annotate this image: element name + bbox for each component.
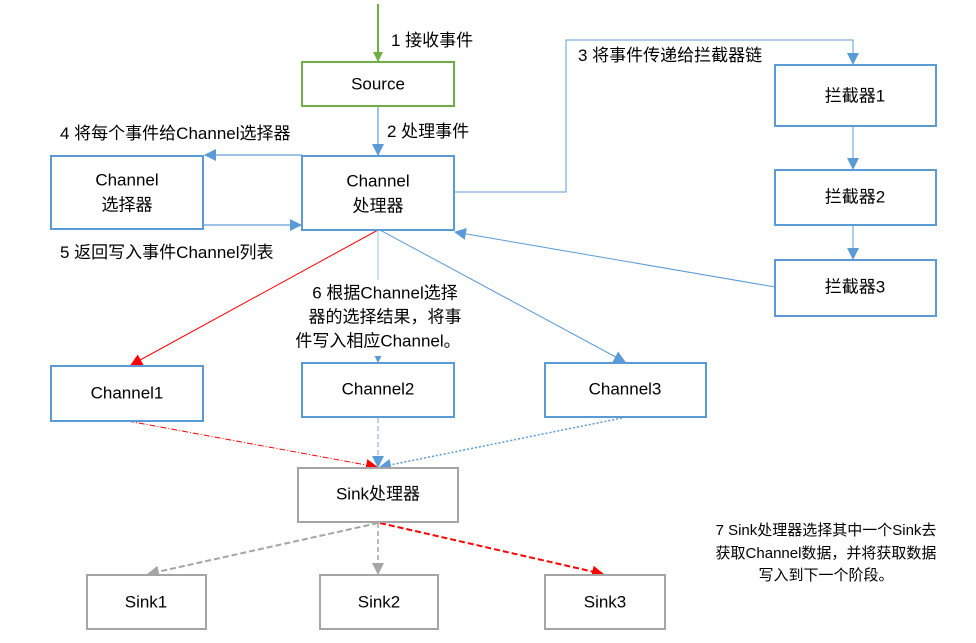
flume-diagram: Source Channel 选择器 Channel 处理器 拦截器1 拦截器2…: [50, 4, 937, 630]
channel3-label: Channel3: [589, 379, 662, 398]
channel-processor-label-1: Channel: [346, 171, 409, 190]
step6-line-1: 6 根据Channel选择: [312, 283, 458, 302]
edge-interceptor3-to-processor: [454, 227, 776, 288]
interceptor3-node: 拦截器3: [774, 259, 937, 317]
sink2-node: Sink2: [319, 574, 439, 630]
channel-selector-label-2: 选择器: [102, 195, 153, 214]
edge-sinkprocessor-to-sink1: [147, 522, 379, 578]
step7-label: 7 Sink处理器选择其中一个Sink去 获取Channel数据，并将获取数据 …: [716, 522, 937, 584]
step7-line-2: 获取Channel数据，并将获取数据: [716, 545, 937, 562]
interceptor2-label: 拦截器2: [825, 187, 885, 206]
step2-label: 2 处理事件: [387, 122, 469, 141]
channel2-label: Channel2: [342, 379, 415, 398]
sink3-node: Sink3: [544, 574, 666, 630]
step7-line-1: 7 Sink处理器选择其中一个Sink去: [716, 522, 937, 539]
source-label: Source: [351, 74, 405, 93]
channel3-node: Channel3: [544, 362, 707, 418]
step7-line-3: 写入到下一个阶段。: [758, 567, 893, 584]
edge-channel3-to-sinkprocessor: [379, 417, 623, 471]
step3-label: 3 将事件传递给拦截器链: [578, 46, 762, 65]
step6-line-3: 件写入相应Channel。: [295, 331, 460, 350]
channel2-node: Channel2: [301, 362, 455, 418]
sink3-label: Sink3: [584, 592, 627, 611]
step6-line-2: 器的选择结果，将事: [309, 307, 462, 326]
edge-sinkprocessor-to-sink3: [379, 522, 604, 578]
edge-channel1-to-sinkprocessor: [127, 420, 378, 471]
channel-processor-node: Channel 处理器: [301, 155, 455, 231]
channel-selector-node: Channel 选择器: [50, 155, 204, 230]
interceptor2-node: 拦截器2: [774, 169, 937, 226]
sink-processor-label: Sink处理器: [336, 484, 420, 503]
sink1-node: Sink1: [86, 574, 207, 630]
channel-processor-label-2: 处理器: [353, 196, 404, 215]
interceptor1-node: 拦截器1: [774, 64, 937, 127]
step1-label: 1 接收事件: [391, 31, 473, 50]
channel-selector-label-1: Channel: [95, 170, 158, 189]
source-node: Source: [301, 61, 455, 107]
sink1-label: Sink1: [125, 592, 168, 611]
channel1-label: Channel1: [91, 383, 164, 402]
channel1-node: Channel1: [50, 365, 204, 422]
sink-processor-node: Sink处理器: [297, 467, 459, 523]
interceptor1-label: 拦截器1: [825, 86, 885, 105]
interceptor3-label: 拦截器3: [825, 277, 885, 296]
step6-label: 6 根据Channel选择 器的选择结果，将事 件写入相应Channel。: [290, 280, 468, 356]
sink2-label: Sink2: [358, 592, 401, 611]
step4-label: 4 将每个事件给Channel选择器: [60, 124, 291, 143]
step5-label: 5 返回写入事件Channel列表: [60, 243, 274, 262]
